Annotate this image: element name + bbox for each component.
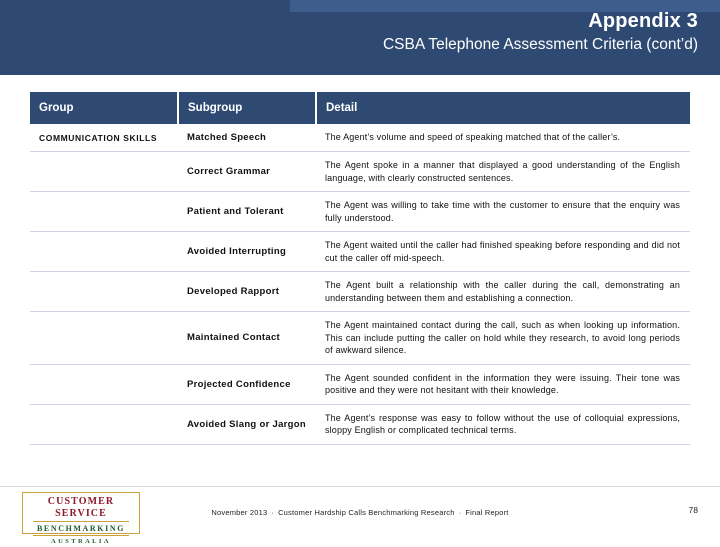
footer-separator-2: · — [458, 508, 462, 517]
table-row: Developed Rapport The Agent built a rela… — [30, 271, 690, 312]
footer-report-name: Customer Hardship Calls Benchmarking Res… — [278, 508, 455, 517]
table-row: Maintained Contact The Agent maintained … — [30, 311, 690, 365]
table-row: Projected Confidence The Agent sounded c… — [30, 364, 690, 405]
page-subtitle: CSBA Telephone Assessment Criteria (cont… — [382, 36, 698, 53]
cell-subgroup: Avoided Slang or Jargon — [178, 404, 316, 445]
cell-group: COMMUNICATION SKILLS — [30, 124, 178, 152]
column-header-group: Group — [30, 92, 178, 124]
page-number: 78 — [688, 505, 698, 515]
cell-group — [30, 151, 178, 192]
cell-subgroup: Correct Grammar — [178, 151, 316, 192]
cell-detail: The Agent’s response was easy to follow … — [316, 404, 690, 445]
cell-subgroup: Developed Rapport — [178, 271, 316, 312]
footer-date: November 2013 — [211, 508, 268, 517]
criteria-table-container: Group Subgroup Detail COMMUNICATION SKIL… — [30, 92, 690, 445]
cell-group — [30, 404, 178, 445]
cell-subgroup: Avoided Interrupting — [178, 231, 316, 272]
cell-group — [30, 231, 178, 272]
cell-detail: The Agent sounded confident in the infor… — [316, 364, 690, 405]
slide-header-band: Appendix 3 CSBA Telephone Assessment Cri… — [0, 0, 720, 75]
table-row: Avoided Slang or Jargon The Agent’s resp… — [30, 404, 690, 445]
footer-caption: November 2013 · Customer Hardship Calls Be… — [0, 508, 720, 517]
logo-divider-bottom — [33, 535, 129, 536]
table-header: Group Subgroup Detail — [30, 92, 690, 124]
table-row: Correct Grammar The Agent spoke in a man… — [30, 151, 690, 192]
cell-group — [30, 271, 178, 312]
cell-detail: The Agent spoke in a manner that display… — [316, 151, 690, 192]
page-title: Appendix 3 — [588, 10, 698, 32]
cell-subgroup: Matched Speech — [178, 124, 316, 152]
cell-detail: The Agent was willing to take time with … — [316, 191, 690, 232]
table-row: COMMUNICATION SKILLS Matched Speech The … — [30, 124, 690, 152]
footer-divider — [0, 486, 720, 487]
logo-line-benchmarking: BENCHMARKING — [36, 524, 126, 533]
column-header-subgroup: Subgroup — [177, 92, 316, 124]
cell-detail: The Agent maintained contact during the … — [316, 311, 690, 365]
cell-detail: The Agent built a relationship with the … — [316, 271, 690, 312]
table-row: Avoided Interrupting The Agent waited un… — [30, 231, 690, 272]
logo-line-australia: AUSTRALIA — [51, 538, 111, 545]
table-row: Patient and Tolerant The Agent was willi… — [30, 191, 690, 232]
header-text-block: Appendix 3 CSBA Telephone Assessment Cri… — [383, 9, 698, 56]
cell-group — [30, 364, 178, 405]
footer-separator-1: · — [271, 508, 275, 517]
logo-divider-top — [33, 521, 129, 522]
table-body: COMMUNICATION SKILLS Matched Speech The … — [30, 124, 690, 445]
cell-detail: The Agent’s volume and speed of speaking… — [316, 124, 690, 152]
cell-subgroup: Maintained Contact — [178, 311, 316, 365]
cell-group — [30, 191, 178, 232]
table-header-row: Group Subgroup Detail — [30, 92, 690, 124]
column-header-detail: Detail — [315, 92, 690, 124]
cell-detail: The Agent waited until the caller had fi… — [316, 231, 690, 272]
cell-subgroup: Patient and Tolerant — [178, 191, 316, 232]
footer-report-status: Final Report — [465, 508, 509, 517]
cell-subgroup: Projected Confidence — [178, 364, 316, 405]
criteria-table: Group Subgroup Detail COMMUNICATION SKIL… — [30, 92, 690, 445]
cell-group — [30, 311, 178, 365]
